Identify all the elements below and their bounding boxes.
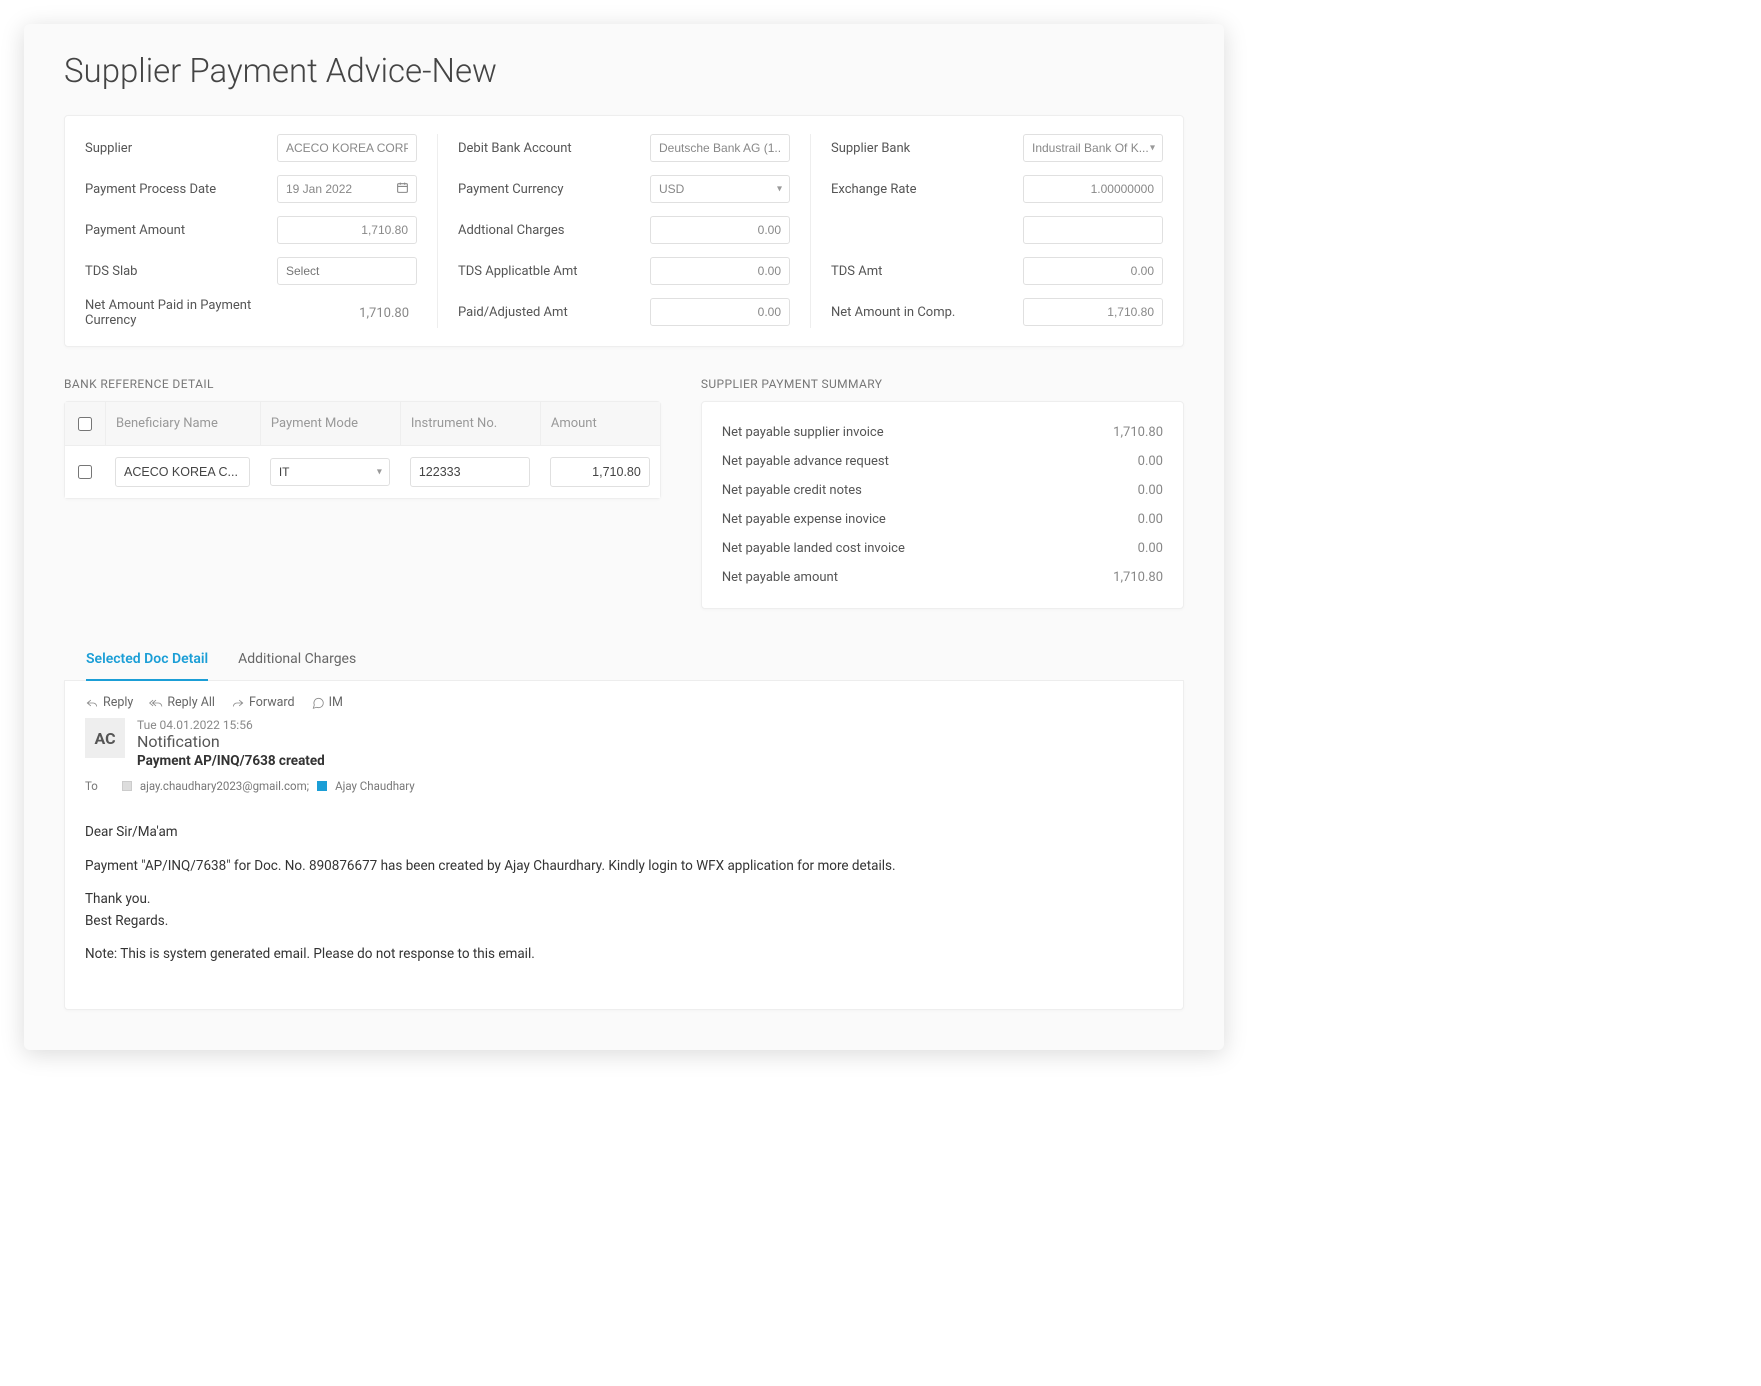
addl-charges-label: Addtional Charges <box>458 223 650 238</box>
debit-bank-select[interactable] <box>650 134 790 162</box>
exchange-rate-input[interactable] <box>1023 175 1163 203</box>
im-button[interactable]: IM <box>311 695 343 710</box>
header-beneficiary: Beneficiary Name <box>105 402 260 445</box>
chip-icon <box>122 781 132 791</box>
paid-adjusted-input[interactable] <box>650 298 790 326</box>
net-paid-value: 1,710.80 <box>277 306 417 321</box>
reply-all-button[interactable]: Reply All <box>149 695 215 710</box>
reply-all-icon <box>149 696 163 710</box>
sum-amount-label: Net payable amount <box>722 570 838 585</box>
table-row: ▾ <box>65 446 660 498</box>
sum-advance-val: 0.00 <box>1138 454 1163 469</box>
grid-header: Beneficiary Name Payment Mode Instrument… <box>65 402 660 446</box>
forward-button[interactable]: Forward <box>231 695 295 710</box>
tds-applicable-input[interactable] <box>650 257 790 285</box>
payment-mode-select[interactable] <box>270 458 390 486</box>
avatar: AC <box>85 718 125 758</box>
tds-slab-label: TDS Slab <box>85 264 277 279</box>
im-icon <box>311 696 325 710</box>
forward-label: Forward <box>249 695 295 710</box>
amount-input[interactable] <box>550 457 650 487</box>
tabs: Selected Doc Detail Additional Charges <box>64 639 1184 681</box>
debit-bank-label: Debit Bank Account <box>458 141 650 156</box>
payment-amount-label: Payment Amount <box>85 223 277 238</box>
summary-title: SUPPLIER PAYMENT SUMMARY <box>701 377 1184 391</box>
to-email: ajay.chaudhary2023@gmail.com; <box>140 779 309 793</box>
mail-timestamp: Tue 04.01.2022 15:56 <box>137 718 325 732</box>
currency-label: Payment Currency <box>458 182 650 197</box>
im-label: IM <box>329 695 343 710</box>
tab-selected-doc[interactable]: Selected Doc Detail <box>86 639 208 681</box>
form-col-1: Supplier Payment Process Date Payment Am… <box>65 134 437 328</box>
reply-icon <box>85 696 99 710</box>
sum-credit-val: 0.00 <box>1138 483 1163 498</box>
mail-note: Note: This is system generated email. Pl… <box>85 945 1163 965</box>
process-date-label: Payment Process Date <box>85 182 277 197</box>
to-name: Ajay Chaudhary <box>335 779 415 793</box>
sum-credit-label: Net payable credit notes <box>722 483 862 498</box>
mail-thanks: Thank you. <box>85 890 1163 910</box>
supplier-bank-label: Supplier Bank <box>831 141 1023 156</box>
mail-greeting: Dear Sir/Ma'am <box>85 823 1163 843</box>
net-comp-input[interactable] <box>1023 298 1163 326</box>
sum-landed-val: 0.00 <box>1138 541 1163 556</box>
page-title: Supplier Payment Advice-New <box>64 52 1184 91</box>
bank-ref-title: BANK REFERENCE DETAIL <box>64 377 661 391</box>
reply-button[interactable]: Reply <box>85 695 133 710</box>
sum-amount-val: 1,710.80 <box>1113 570 1163 585</box>
forward-icon <box>231 696 245 710</box>
doc-panel: Reply Reply All Forward IM AC Tue 04.01.… <box>64 681 1184 1010</box>
payment-amount-input[interactable] <box>277 216 417 244</box>
net-comp-label: Net Amount in Comp. <box>831 305 1023 320</box>
tds-amt-label: TDS Amt <box>831 264 1023 279</box>
header-instrument: Instrument No. <box>400 402 540 445</box>
supplier-label: Supplier <box>85 141 277 156</box>
mail-line1: Payment "AP/INQ/7638" for Doc. No. 89087… <box>85 857 1163 877</box>
instrument-input[interactable] <box>410 457 530 487</box>
bank-ref-grid: Beneficiary Name Payment Mode Instrument… <box>64 401 661 499</box>
header-checkbox[interactable] <box>78 417 92 431</box>
beneficiary-input[interactable] <box>115 457 250 487</box>
sum-landed-label: Net payable landed cost invoice <box>722 541 905 556</box>
tds-applicable-label: TDS Applicatble Amt <box>458 264 650 279</box>
page-container: Supplier Payment Advice-New Supplier Pay… <box>24 24 1224 1050</box>
blank-input[interactable] <box>1023 216 1163 244</box>
sum-invoice-label: Net payable supplier invoice <box>722 425 884 440</box>
supplier-bank-select[interactable] <box>1023 134 1163 162</box>
header-mode: Payment Mode <box>260 402 400 445</box>
tds-amt-input[interactable] <box>1023 257 1163 285</box>
reply-label: Reply <box>103 695 133 710</box>
tab-additional-charges[interactable]: Additional Charges <box>238 639 356 680</box>
tds-slab-select[interactable] <box>277 257 417 285</box>
form-col-2: Debit Bank Account Payment Currency ▾ Ad… <box>437 134 810 328</box>
mail-actions: Reply Reply All Forward IM <box>85 695 1163 710</box>
to-label: To <box>85 779 98 793</box>
mail-head: AC Tue 04.01.2022 15:56 Notification Pay… <box>85 718 1163 769</box>
paid-adjusted-label: Paid/Adjusted Amt <box>458 305 650 320</box>
summary-card: Net payable supplier invoice 1,710.80 Net… <box>701 401 1184 609</box>
supplier-input[interactable] <box>277 134 417 162</box>
sum-expense-val: 0.00 <box>1138 512 1163 527</box>
row-checkbox[interactable] <box>78 465 92 479</box>
sum-expense-label: Net payable expense inovice <box>722 512 886 527</box>
addl-charges-input[interactable] <box>650 216 790 244</box>
process-date-input[interactable] <box>277 175 417 203</box>
sum-invoice-val: 1,710.80 <box>1113 425 1163 440</box>
two-col: BANK REFERENCE DETAIL Beneficiary Name P… <box>64 377 1184 609</box>
reply-all-label: Reply All <box>167 695 215 710</box>
mail-body: Dear Sir/Ma'am Payment "AP/INQ/7638" for… <box>85 823 1163 965</box>
mail-to-line: To ajay.chaudhary2023@gmail.com; Ajay Ch… <box>85 779 1163 793</box>
chip-icon <box>317 781 327 791</box>
net-paid-label: Net Amount Paid in Payment Currency <box>85 298 277 328</box>
mail-subject: Payment AP/INQ/7638 created <box>137 753 325 769</box>
form-card: Supplier Payment Process Date Payment Am… <box>64 115 1184 347</box>
sum-advance-label: Net payable advance request <box>722 454 889 469</box>
currency-select[interactable] <box>650 175 790 203</box>
form-col-3: Supplier Bank ▾ Exchange Rate TDS Amt Ne… <box>810 134 1183 328</box>
header-amount: Amount <box>540 402 660 445</box>
mail-from: Notification <box>137 732 325 751</box>
exchange-rate-label: Exchange Rate <box>831 182 1023 197</box>
mail-regards: Best Regards. <box>85 912 1163 932</box>
